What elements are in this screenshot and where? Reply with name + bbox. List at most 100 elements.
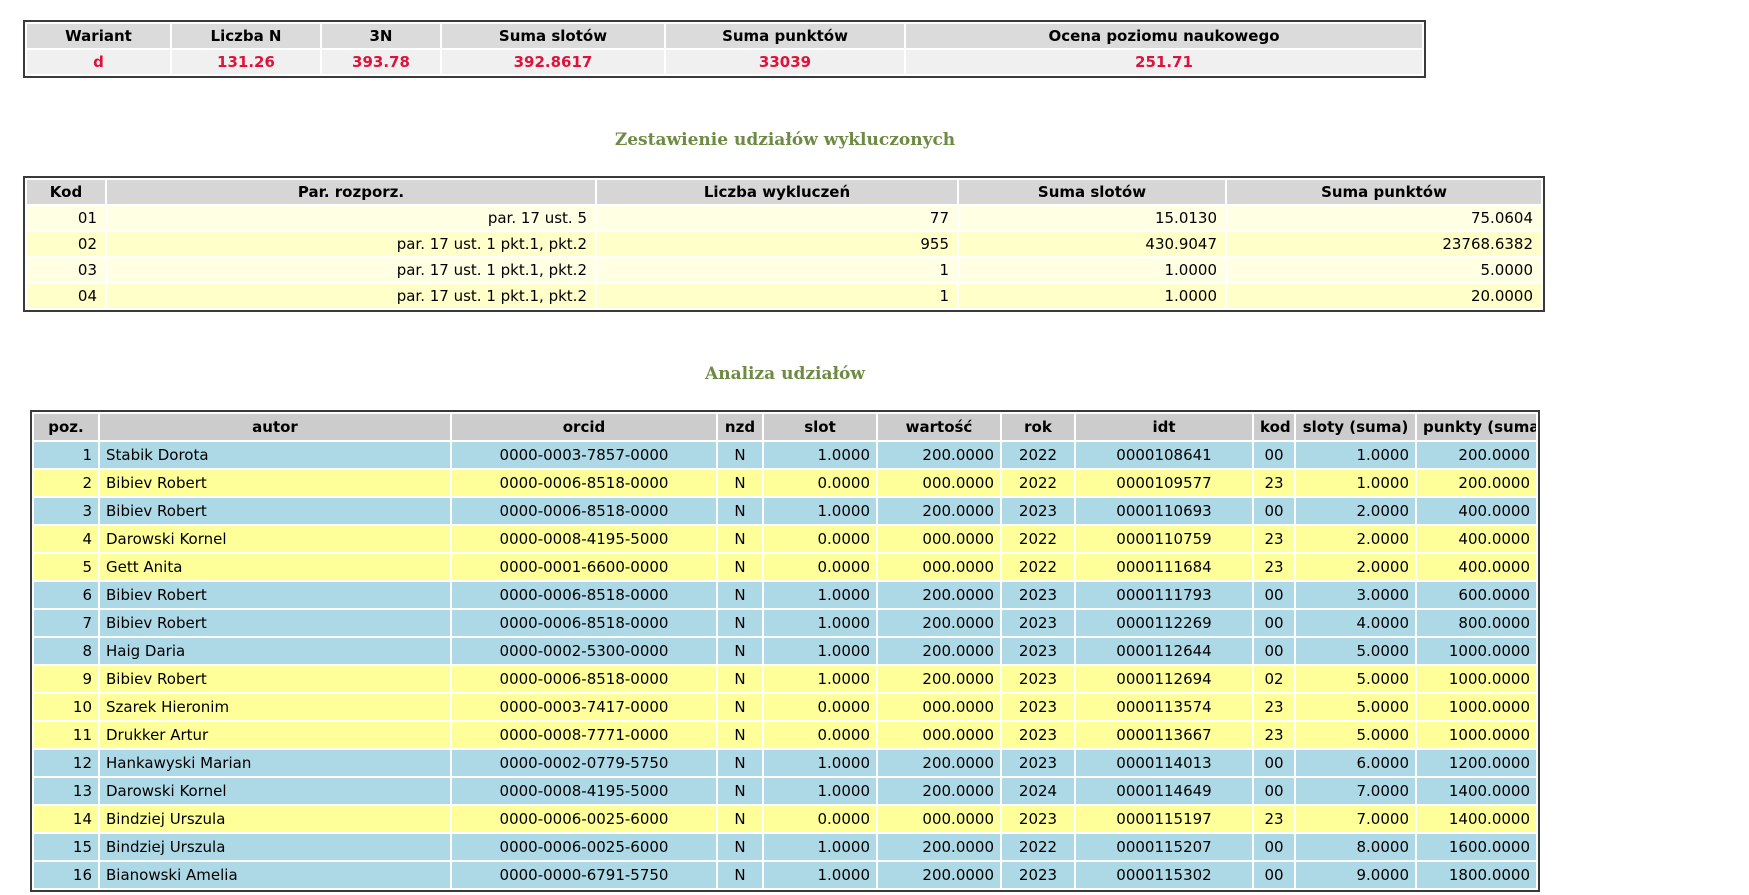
table-row: 03par. 17 ust. 1 pkt.1, pkt.211.00005.00… [27,258,1541,282]
table-cell: 2023 [1002,694,1074,720]
table-cell: Darowski Kornel [100,778,450,804]
column-header-punkty-suma: punkty (suma) [1417,414,1536,440]
analysis-header-row: poz. autor orcid nzd slot wartość rok id… [34,414,1536,440]
table-row: 02par. 17 ust. 1 pkt.1, pkt.2955430.9047… [27,232,1541,256]
column-header-kod: Kod [27,180,105,204]
table-cell: 1600.0000 [1417,834,1536,860]
table-cell: 00 [1254,750,1294,776]
table-cell: N [718,526,762,552]
column-header-slot: slot [764,414,876,440]
table-cell: 00 [1254,862,1294,888]
table-row: 12Hankawyski Marian0000-0002-0779-5750N1… [34,750,1536,776]
table-cell: 0000114649 [1076,778,1252,804]
table-cell: Darowski Kornel [100,526,450,552]
column-header-ocena: Ocena poziomu naukowego [906,24,1422,48]
table-cell: 00 [1254,610,1294,636]
table-cell: Stabik Dorota [100,442,450,468]
column-header-kod: kod [1254,414,1294,440]
value-suma-slotow: 392.8617 [442,50,664,74]
table-cell: 0000-0003-7417-0000 [452,694,716,720]
table-cell: 1.0000 [764,666,876,692]
table-row: 15Bindziej Urszula0000-0006-0025-6000N1.… [34,834,1536,860]
table-cell: N [718,750,762,776]
table-cell: 200.0000 [878,862,1000,888]
table-cell: 5.0000 [1296,638,1415,664]
table-cell: 1.0000 [764,582,876,608]
table-cell: 1 [597,284,957,308]
value-ocena: 251.71 [906,50,1422,74]
table-cell: Bibiev Robert [100,470,450,496]
table-cell: N [718,778,762,804]
exclusions-table: Kod Par. rozporz. Liczba wykluczeń Suma … [23,176,1545,312]
table-cell: 0000-0000-6791-5750 [452,862,716,888]
table-cell: 000.0000 [878,470,1000,496]
table-cell: N [718,666,762,692]
table-cell: 2023 [1002,862,1074,888]
table-cell: 1.0000 [959,258,1225,282]
table-cell: Haig Daria [100,638,450,664]
table-cell: 13 [34,778,98,804]
table-cell: Drukker Artur [100,722,450,748]
table-cell: 1000.0000 [1417,666,1536,692]
table-cell: 430.9047 [959,232,1225,256]
table-cell: 0000113667 [1076,722,1252,748]
value-3n: 393.78 [322,50,440,74]
column-header-suma-slotow: Suma slotów [959,180,1225,204]
table-cell: 1000.0000 [1417,638,1536,664]
table-cell: N [718,498,762,524]
table-cell: 00 [1254,638,1294,664]
table-cell: 0.0000 [764,470,876,496]
table-cell: Hankawyski Marian [100,750,450,776]
table-cell: 1.0000 [764,834,876,860]
table-cell: 6.0000 [1296,750,1415,776]
table-row: 11Drukker Artur0000-0008-7771-0000N0.000… [34,722,1536,748]
table-cell: 4 [34,526,98,552]
table-cell: 23 [1254,554,1294,580]
table-cell: 0000115302 [1076,862,1252,888]
table-cell: 0000109577 [1076,470,1252,496]
table-cell: 2.0000 [1296,498,1415,524]
table-cell: 1400.0000 [1417,806,1536,832]
table-cell: 0.0000 [764,554,876,580]
table-cell: 200.0000 [878,610,1000,636]
table-cell: 2022 [1002,442,1074,468]
table-cell: 2022 [1002,526,1074,552]
table-cell: 0000111793 [1076,582,1252,608]
table-cell: 1200.0000 [1417,750,1536,776]
table-row: 6Bibiev Robert0000-0006-8518-0000N1.0000… [34,582,1536,608]
table-cell: 0000-0008-7771-0000 [452,722,716,748]
table-cell: 0.0000 [764,806,876,832]
table-cell: N [718,834,762,860]
table-row: 16Bianowski Amelia0000-0000-6791-5750N1.… [34,862,1536,888]
table-cell: N [718,806,762,832]
table-cell: 200.0000 [878,750,1000,776]
table-cell: 0.0000 [764,694,876,720]
column-header-rok: rok [1002,414,1074,440]
column-header-wartosc: wartość [878,414,1000,440]
table-cell: 1 [597,258,957,282]
table-cell: 0000-0006-0025-6000 [452,806,716,832]
value-suma-punktow: 33039 [666,50,904,74]
table-cell: 9 [34,666,98,692]
table-cell: 2023 [1002,638,1074,664]
table-row: 10Szarek Hieronim0000-0003-7417-0000N0.0… [34,694,1536,720]
column-header-suma-slotow: Suma slotów [442,24,664,48]
table-cell: Bibiev Robert [100,498,450,524]
table-cell: N [718,442,762,468]
table-cell: 0000115197 [1076,806,1252,832]
table-cell: 1.0000 [764,862,876,888]
table-cell: 0000115207 [1076,834,1252,860]
table-cell: 1.0000 [764,778,876,804]
table-cell: 0000-0002-5300-0000 [452,638,716,664]
table-cell: 000.0000 [878,694,1000,720]
table-cell: 12 [34,750,98,776]
table-cell: 20.0000 [1227,284,1541,308]
table-cell: 800.0000 [1417,610,1536,636]
table-cell: 14 [34,806,98,832]
table-row: 01par. 17 ust. 57715.013075.0604 [27,206,1541,230]
table-cell: 0000-0006-8518-0000 [452,582,716,608]
table-cell: 2024 [1002,778,1074,804]
table-row: 9Bibiev Robert0000-0006-8518-0000N1.0000… [34,666,1536,692]
table-cell: 2023 [1002,582,1074,608]
table-cell: 7.0000 [1296,778,1415,804]
